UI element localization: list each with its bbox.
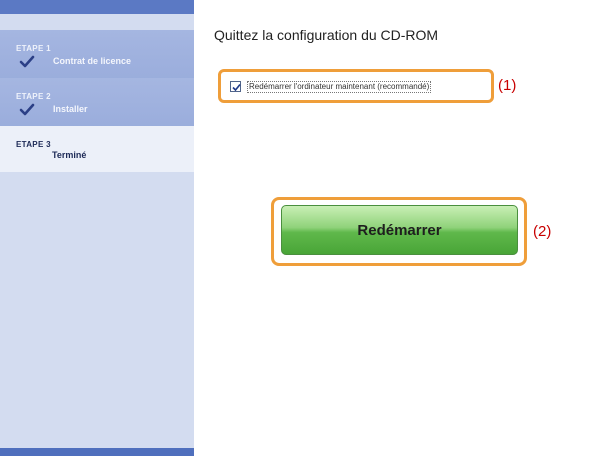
step-1-label: Contrat de licence: [53, 56, 132, 66]
callout-1: (1): [498, 77, 517, 94]
callout-2: (2): [533, 223, 552, 240]
sidebar-step-2: ETAPE 2 Installer: [0, 78, 194, 128]
restart-now-checkbox[interactable]: [230, 81, 241, 92]
sidebar-top-band: [0, 0, 194, 14]
step-3-number: ETAPE 3: [16, 140, 51, 149]
step-2-label: Installer: [53, 104, 88, 114]
step-3-label: Terminé: [52, 150, 87, 160]
sidebar-step-1: ETAPE 1 Contrat de licence: [0, 30, 194, 80]
checkmark-icon: [19, 55, 35, 69]
step-2-number: ETAPE 2: [16, 92, 51, 101]
wizard-sidebar: ETAPE 1 Contrat de licence ETAPE 2 Insta…: [0, 0, 194, 456]
sidebar-bottom-band: [0, 448, 194, 456]
restart-now-label[interactable]: Redémarrer l'ordinateur maintenant (reco…: [247, 81, 432, 93]
step-1-number: ETAPE 1: [16, 44, 51, 53]
checkmark-icon: [19, 103, 35, 117]
sidebar-step-3: ETAPE 3 Terminé: [0, 126, 194, 172]
page-title: Quittez la configuration du CD-ROM: [214, 27, 439, 43]
restart-button[interactable]: Redémarrer: [281, 205, 518, 255]
checkmark-icon: [232, 83, 241, 92]
